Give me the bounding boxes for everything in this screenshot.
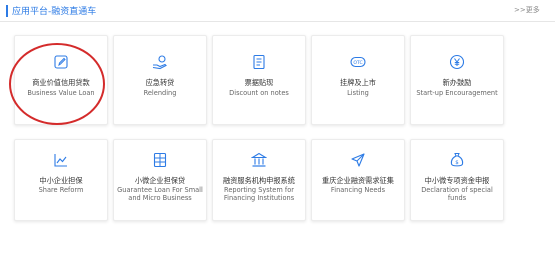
card-title: 应急转贷 (145, 78, 175, 87)
card-sme-guarantee[interactable]: 中小企业担保 Share Reform (14, 139, 108, 221)
card-special-funds[interactable]: $ 中小微专项资金申报 Declaration of special funds (410, 139, 504, 221)
money-bag-icon: $ (450, 153, 464, 167)
card-startup-encouragement[interactable]: 新办鼓励 Start-up Encouragement (410, 35, 504, 125)
section-header: 应用平台-融资直通车 >>更多 (0, 0, 555, 22)
card-subtitle: Reporting System for Financing Instituti… (223, 186, 295, 202)
card-title: 中小微专项资金申报 (424, 176, 490, 185)
card-micro-business-loan[interactable]: 小微企业担保贷 Guarantee Loan For Small and Mic… (113, 139, 207, 221)
card-subtitle: Declaration of special funds (421, 186, 493, 202)
send-icon (351, 153, 365, 167)
card-discount-notes[interactable]: 票据贴现 Discount on notes (212, 35, 306, 125)
card-subtitle: Business Value Loan (27, 89, 95, 97)
section-title: 应用平台-融资直通车 (12, 7, 97, 17)
grid-document-icon (153, 152, 167, 168)
bank-icon (251, 152, 267, 167)
header-accent-bar (6, 5, 8, 17)
otc-icon: OTC (350, 56, 366, 68)
card-subtitle: Relending (143, 89, 177, 97)
card-subtitle: Start-up Encouragement (416, 89, 498, 97)
card-title: 新办鼓励 (442, 78, 472, 87)
card-title: 中小企业担保 (39, 176, 83, 185)
card-listing[interactable]: OTC 挂牌及上市 Listing (311, 35, 405, 125)
yen-icon (449, 54, 465, 70)
header-divider (0, 21, 555, 22)
card-subtitle: Listing (347, 89, 369, 97)
svg-text:OTC: OTC (353, 60, 362, 66)
more-link[interactable]: >>更多 (514, 5, 540, 15)
hand-coin-icon (152, 55, 167, 70)
svg-text:$: $ (455, 160, 459, 166)
card-financing-institutions[interactable]: 融资服务机构申报系统 Reporting System for Financin… (212, 139, 306, 221)
card-title: 小微企业担保贷 (134, 176, 186, 185)
card-subtitle: Guarantee Loan For Small and Micro Busin… (117, 186, 203, 202)
card-relending[interactable]: 应急转贷 Relending (113, 35, 207, 125)
card-title: 票据贴现 (244, 78, 274, 87)
card-title: 融资服务机构申报系统 (223, 176, 295, 185)
card-subtitle: Financing Needs (330, 186, 386, 194)
card-financing-needs[interactable]: 重庆企业融资需求征集 Financing Needs (311, 139, 405, 221)
edit-icon (54, 55, 68, 69)
card-business-value-loan[interactable]: 商业价值信用贷款 Business Value Loan (14, 35, 108, 125)
document-icon (253, 54, 265, 70)
card-subtitle: Discount on notes (229, 89, 289, 97)
card-title: 重庆企业融资需求征集 (322, 176, 394, 185)
line-chart-icon (54, 154, 67, 167)
card-title: 商业价值信用贷款 (32, 78, 90, 87)
card-title: 挂牌及上市 (340, 78, 376, 87)
card-subtitle: Share Reform (38, 186, 84, 194)
